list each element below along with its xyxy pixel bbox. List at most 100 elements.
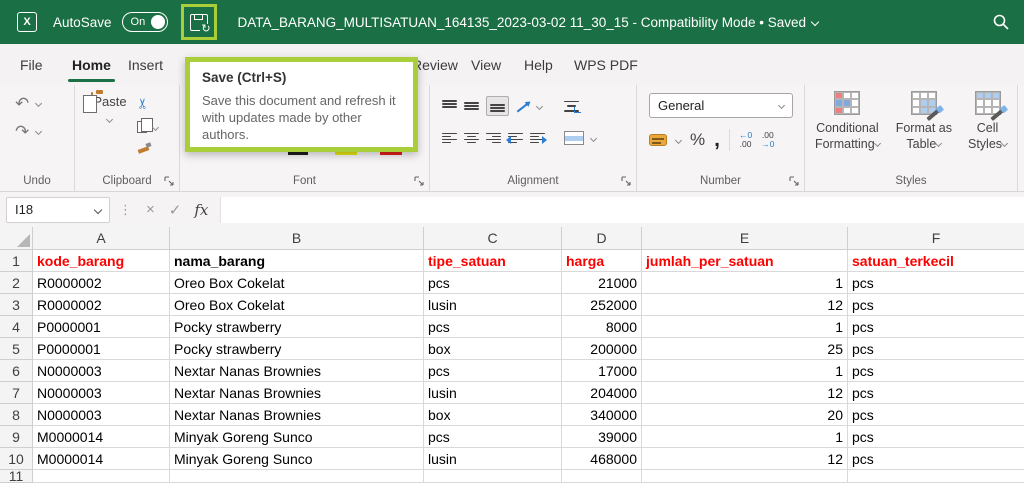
cell[interactable]: P0000001 [33,316,170,338]
format-as-table-button[interactable]: Format as Table [896,91,952,152]
cell[interactable]: pcs [848,404,1024,426]
tab-file[interactable]: File [20,44,43,85]
cell[interactable]: pcs [848,316,1024,338]
percent-style-icon[interactable]: % [690,130,705,150]
cell[interactable]: pcs [424,360,562,382]
merge-dropdown-icon[interactable] [589,134,598,142]
insert-function-button[interactable]: fx [194,201,208,219]
cell[interactable]: pcs [848,448,1024,470]
tab-help[interactable]: Help [524,44,553,85]
tab-insert[interactable]: Insert [128,44,163,85]
cell[interactable] [424,470,562,483]
row-number[interactable]: 8 [0,404,33,426]
cell[interactable]: pcs [848,360,1024,382]
cell[interactable]: jumlah_per_satuan [642,250,848,272]
cell[interactable]: Minyak Goreng Sunco [170,448,424,470]
row-number[interactable]: 5 [0,338,33,360]
redo-dropdown-icon[interactable] [35,127,43,136]
cell[interactable]: pcs [424,272,562,294]
cell[interactable]: pcs [424,316,562,338]
cell[interactable]: N0000003 [33,382,170,404]
column-header-d[interactable]: D [562,227,642,250]
column-header-a[interactable]: A [33,227,170,250]
save-button[interactable]: ↻ [189,13,211,35]
cell[interactable]: pcs [848,382,1024,404]
cell[interactable]: pcs [848,426,1024,448]
merge-center-icon[interactable] [564,131,584,145]
cell[interactable]: 25 [642,338,848,360]
cell[interactable]: pcs [848,294,1024,316]
cancel-icon[interactable]: × [146,201,155,218]
cut-icon[interactable]: ✂ [134,98,151,110]
increase-decimal-icon[interactable]: ←0 .00 [739,131,752,149]
name-box[interactable]: I18 [6,196,110,223]
cell[interactable]: M0000014 [33,448,170,470]
cell[interactable]: 20 [642,404,848,426]
cell[interactable]: harga [562,250,642,272]
column-header-b[interactable]: B [170,227,424,250]
row-number[interactable]: 6 [0,360,33,382]
cell[interactable]: 1 [642,272,848,294]
column-header-e[interactable]: E [642,227,848,250]
row-number[interactable]: 2 [0,272,33,294]
format-painter-icon[interactable] [137,142,151,155]
conditional-formatting-button[interactable]: Conditional Formatting [815,91,881,152]
row-number[interactable]: 3 [0,294,33,316]
row-number[interactable]: 7 [0,382,33,404]
cell[interactable]: 252000 [562,294,642,316]
cell[interactable]: M0000014 [33,426,170,448]
cell[interactable] [642,470,848,483]
cell[interactable]: 468000 [562,448,642,470]
cell[interactable]: 340000 [562,404,642,426]
align-left-icon[interactable] [442,132,457,144]
clipboard-dialog-launcher-icon[interactable] [164,176,174,186]
cell[interactable]: kode_barang [33,250,170,272]
cell[interactable]: pcs [848,338,1024,360]
enter-icon[interactable]: ✓ [169,201,182,219]
cell[interactable]: lusin [424,382,562,404]
cell[interactable]: lusin [424,448,562,470]
cell[interactable]: 12 [642,448,848,470]
formula-input[interactable] [220,196,1024,223]
cell[interactable]: N0000003 [33,404,170,426]
paste-button[interactable]: Paste [87,92,131,129]
align-bottom-selected[interactable] [486,96,509,116]
cell[interactable]: pcs [424,426,562,448]
cell[interactable]: Minyak Goreng Sunco [170,426,424,448]
align-top-icon[interactable] [442,100,457,112]
copy-dropdown-icon[interactable] [151,123,160,131]
align-middle-icon[interactable] [464,100,479,112]
cell[interactable]: lusin [424,294,562,316]
paste-dropdown-icon[interactable] [105,115,113,124]
cell[interactable]: P0000001 [33,338,170,360]
decrease-decimal-icon[interactable]: .00 →0 [761,131,774,149]
autosave-toggle[interactable]: On [121,12,168,32]
cell[interactable]: 1 [642,316,848,338]
select-all-corner[interactable] [0,227,33,250]
cell[interactable] [33,470,170,483]
copy-icon[interactable] [137,118,153,133]
cell[interactable]: R0000002 [33,294,170,316]
undo-icon[interactable]: ↶ [15,95,29,112]
cell[interactable]: Nextar Nanas Brownies [170,404,424,426]
cell[interactable]: 200000 [562,338,642,360]
cell[interactable]: Oreo Box Cokelat [170,294,424,316]
cell[interactable] [170,470,424,483]
cell[interactable]: 204000 [562,382,642,404]
undo-dropdown-icon[interactable] [35,99,43,108]
cell[interactable]: pcs [848,272,1024,294]
cell[interactable]: Nextar Nanas Brownies [170,360,424,382]
cell[interactable]: box [424,404,562,426]
cell[interactable] [848,470,1024,483]
tab-view[interactable]: View [471,44,501,85]
orientation-dropdown-icon[interactable] [535,102,544,110]
cell[interactable]: 17000 [562,360,642,382]
row-number[interactable]: 9 [0,426,33,448]
cell[interactable]: Oreo Box Cokelat [170,272,424,294]
tab-review[interactable]: Review [412,44,458,85]
number-dialog-launcher-icon[interactable] [789,176,799,186]
font-dialog-launcher-icon[interactable] [414,176,424,186]
accounting-format-icon[interactable] [649,134,667,146]
row-number[interactable]: 10 [0,448,33,470]
cell[interactable]: 39000 [562,426,642,448]
